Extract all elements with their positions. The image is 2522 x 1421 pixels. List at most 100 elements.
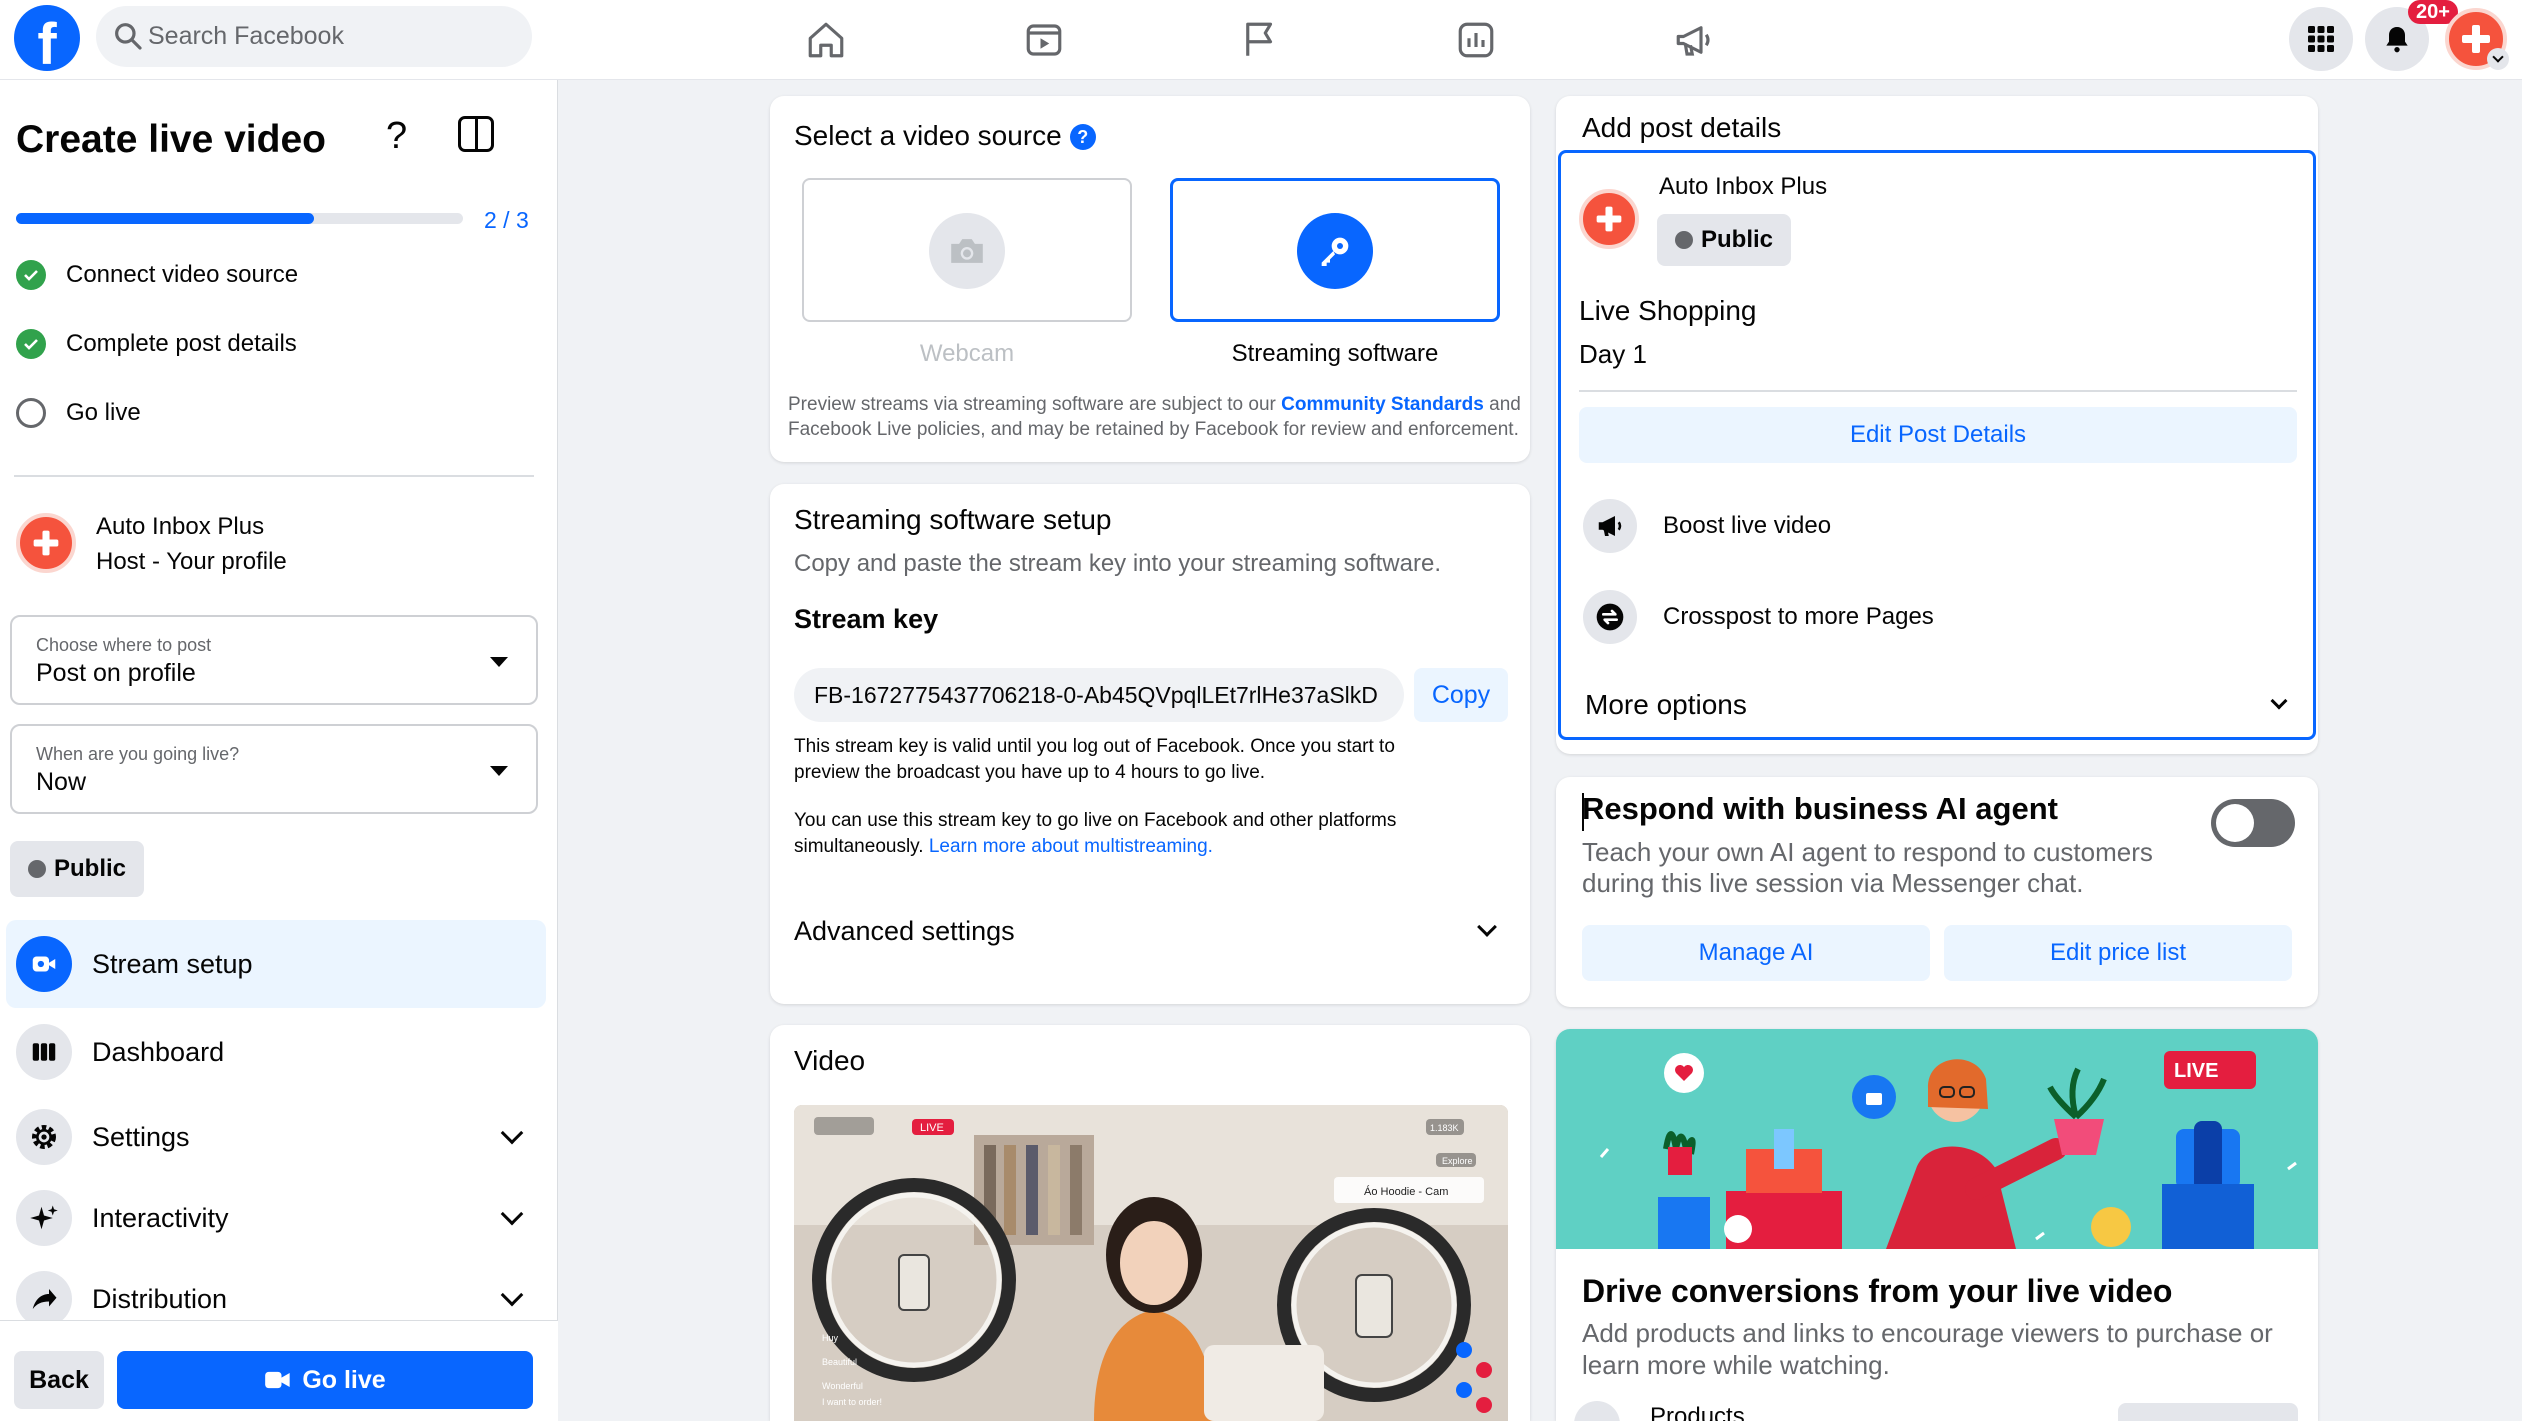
comment-text: Wonderful xyxy=(822,1381,863,1391)
megaphone-icon xyxy=(1583,499,1637,553)
step-connect-video-source: Connect video source xyxy=(16,255,298,295)
progress-bar xyxy=(16,213,463,224)
go-live-time-select[interactable]: When are you going live? Now xyxy=(10,724,538,814)
conversions-description-text: Add products and links to encourage view… xyxy=(1582,1318,2273,1348)
webcam-option[interactable] xyxy=(802,178,1132,322)
search-bar[interactable]: Search Facebook xyxy=(96,6,532,67)
sidebar-item-label: Settings xyxy=(92,1121,190,1152)
add-products-button[interactable] xyxy=(2118,1403,2298,1421)
go-live-button[interactable]: Go live xyxy=(117,1351,533,1409)
menu-grid-icon[interactable] xyxy=(2289,7,2353,71)
ai-agent-description-text: Teach your own AI agent to respond to cu… xyxy=(1582,837,2153,867)
stream-key-field[interactable]: FB-1672775437706218-0-Ab45QVpqlLEt7rlHe3… xyxy=(794,668,1404,722)
edit-price-list-button[interactable]: Edit price list xyxy=(1944,925,2292,981)
manage-ai-button[interactable]: Manage AI xyxy=(1582,925,1930,981)
sidebar-item-dashboard[interactable]: Dashboard xyxy=(6,1008,546,1096)
conversions-description: Add products and links to encourage view… xyxy=(1582,1317,2273,1381)
sidebar-item-interactivity[interactable]: Interactivity xyxy=(6,1174,546,1262)
toggle-knob xyxy=(2216,804,2254,842)
drive-conversions-card: LIVE Drive conversions from your live vi… xyxy=(1556,1029,2318,1421)
streaming-software-label: Streaming software xyxy=(1231,340,1439,367)
streaming-software-option[interactable] xyxy=(1170,178,1500,322)
key-icon xyxy=(1297,213,1373,289)
camera-icon xyxy=(265,1371,290,1389)
boost-live-video-row[interactable]: Boost live video xyxy=(1583,496,1831,556)
sidebar-item-label: Dashboard xyxy=(92,1036,225,1067)
crosspost-icon xyxy=(1583,590,1637,644)
more-options-label: More options xyxy=(1585,689,1747,720)
page-avatar xyxy=(1579,189,1639,249)
video-preview-card: Video LIVE 1.183K Explore Áo Hoodie - Ca… xyxy=(770,1025,1530,1421)
edit-post-details-button[interactable]: Edit Post Details xyxy=(1579,407,2297,463)
conversions-title: Drive conversions from your live video xyxy=(1582,1273,2173,1309)
caret-down-icon xyxy=(490,657,508,667)
page-name: Auto Inbox Plus xyxy=(1659,173,1828,200)
step-label: Connect video source xyxy=(66,261,299,288)
products-label: Products xyxy=(1650,1403,1745,1421)
stream-key-label: Stream key xyxy=(794,604,939,634)
chart-icon[interactable] xyxy=(1448,12,1504,68)
select-label: Choose where to post xyxy=(36,635,212,655)
multistreaming-link[interactable]: Learn more about multistreaming. xyxy=(929,836,1213,857)
post-details-panel: Auto Inbox Plus Public Live Shopping Day… xyxy=(1558,150,2316,740)
product-tag: Áo Hoodie - Cam xyxy=(1364,1185,1448,1198)
share-icon xyxy=(16,1271,72,1327)
sidebar-item-stream-setup[interactable]: Stream setup xyxy=(6,920,546,1008)
validity-text: This stream key is valid until you log o… xyxy=(794,736,1395,757)
policy-notice-text: Preview streams via streaming software a… xyxy=(788,394,1282,415)
policy-notice-text: and xyxy=(1483,394,1521,415)
search-placeholder: Search Facebook xyxy=(148,22,344,50)
explore-tag: Explore xyxy=(1442,1156,1473,1166)
advanced-settings-row[interactable]: Advanced settings xyxy=(770,904,1530,964)
ai-agent-toggle[interactable] xyxy=(2211,799,2295,847)
collapse-panel-icon[interactable] xyxy=(458,116,494,152)
ai-agent-description: Teach your own AI agent to respond to cu… xyxy=(1582,837,2153,899)
account-chevron-icon[interactable] xyxy=(2487,48,2509,70)
live-badge: LIVE xyxy=(2174,1060,2218,1082)
page-title: Create live video xyxy=(16,118,326,161)
conversions-description-text: learn more while watching. xyxy=(1582,1350,1890,1380)
back-button[interactable]: Back xyxy=(14,1351,104,1409)
help-icon[interactable]: ? xyxy=(386,115,407,158)
post-details-title: Add post details xyxy=(1582,112,1782,143)
plus-icon xyxy=(1596,206,1622,232)
video-preview[interactable]: LIVE 1.183K Explore Áo Hoodie - Cam Huy … xyxy=(794,1105,1508,1421)
top-navigation-bar: f Search Facebook 20+ xyxy=(0,0,2522,80)
divider xyxy=(1579,390,2297,392)
live-shopping-illustration: LIVE xyxy=(1556,1029,2318,1249)
caret-down-icon xyxy=(490,766,508,776)
gear-icon xyxy=(16,1109,72,1165)
video-icon[interactable] xyxy=(1016,12,1072,68)
more-options-row[interactable]: More options xyxy=(1561,677,2313,737)
home-icon[interactable] xyxy=(798,12,854,68)
host-name: Auto Inbox Plus xyxy=(96,513,265,540)
check-icon xyxy=(16,329,46,359)
audience-button[interactable]: Public xyxy=(1657,214,1792,266)
sidebar-item-settings[interactable]: Settings xyxy=(6,1093,546,1181)
stream-key-validity: This stream key is valid until you log o… xyxy=(794,734,1395,786)
plus-icon xyxy=(2462,25,2490,53)
post-destination-select[interactable]: Choose where to post Post on profile xyxy=(10,615,538,705)
progress-fill xyxy=(16,213,314,224)
create-live-sidebar: Create live video ? 2 / 3 Connect video … xyxy=(0,80,558,1421)
facebook-logo[interactable]: f xyxy=(14,5,80,71)
step-complete-post-details: Complete post details xyxy=(16,324,297,364)
crosspost-row[interactable]: Crosspost to more Pages xyxy=(1583,587,1934,647)
chevron-down-icon xyxy=(500,1121,524,1145)
host-avatar xyxy=(16,513,76,573)
help-icon[interactable]: ? xyxy=(1069,124,1096,150)
community-standards-link[interactable]: Community Standards xyxy=(1281,394,1484,415)
live-preview-image: LIVE 1.183K Explore Áo Hoodie - Cam Huy … xyxy=(794,1105,1508,1421)
chevron-down-icon xyxy=(500,1202,524,1226)
progress-label: 2 / 3 xyxy=(484,207,529,233)
comment-text: Beautiful xyxy=(822,1357,857,1367)
megaphone-icon[interactable] xyxy=(1666,12,1722,68)
flag-icon[interactable] xyxy=(1232,12,1288,68)
audience-button[interactable]: Public xyxy=(10,841,145,897)
viewer-count: 1.183K xyxy=(1430,1123,1459,1133)
globe-icon xyxy=(28,860,46,878)
copy-button[interactable]: Copy xyxy=(1414,668,1508,722)
video-source-title: Select a video source? xyxy=(794,120,1096,152)
step-label: Complete post details xyxy=(66,330,297,357)
policy-notice: Preview streams via streaming software a… xyxy=(788,392,1528,442)
